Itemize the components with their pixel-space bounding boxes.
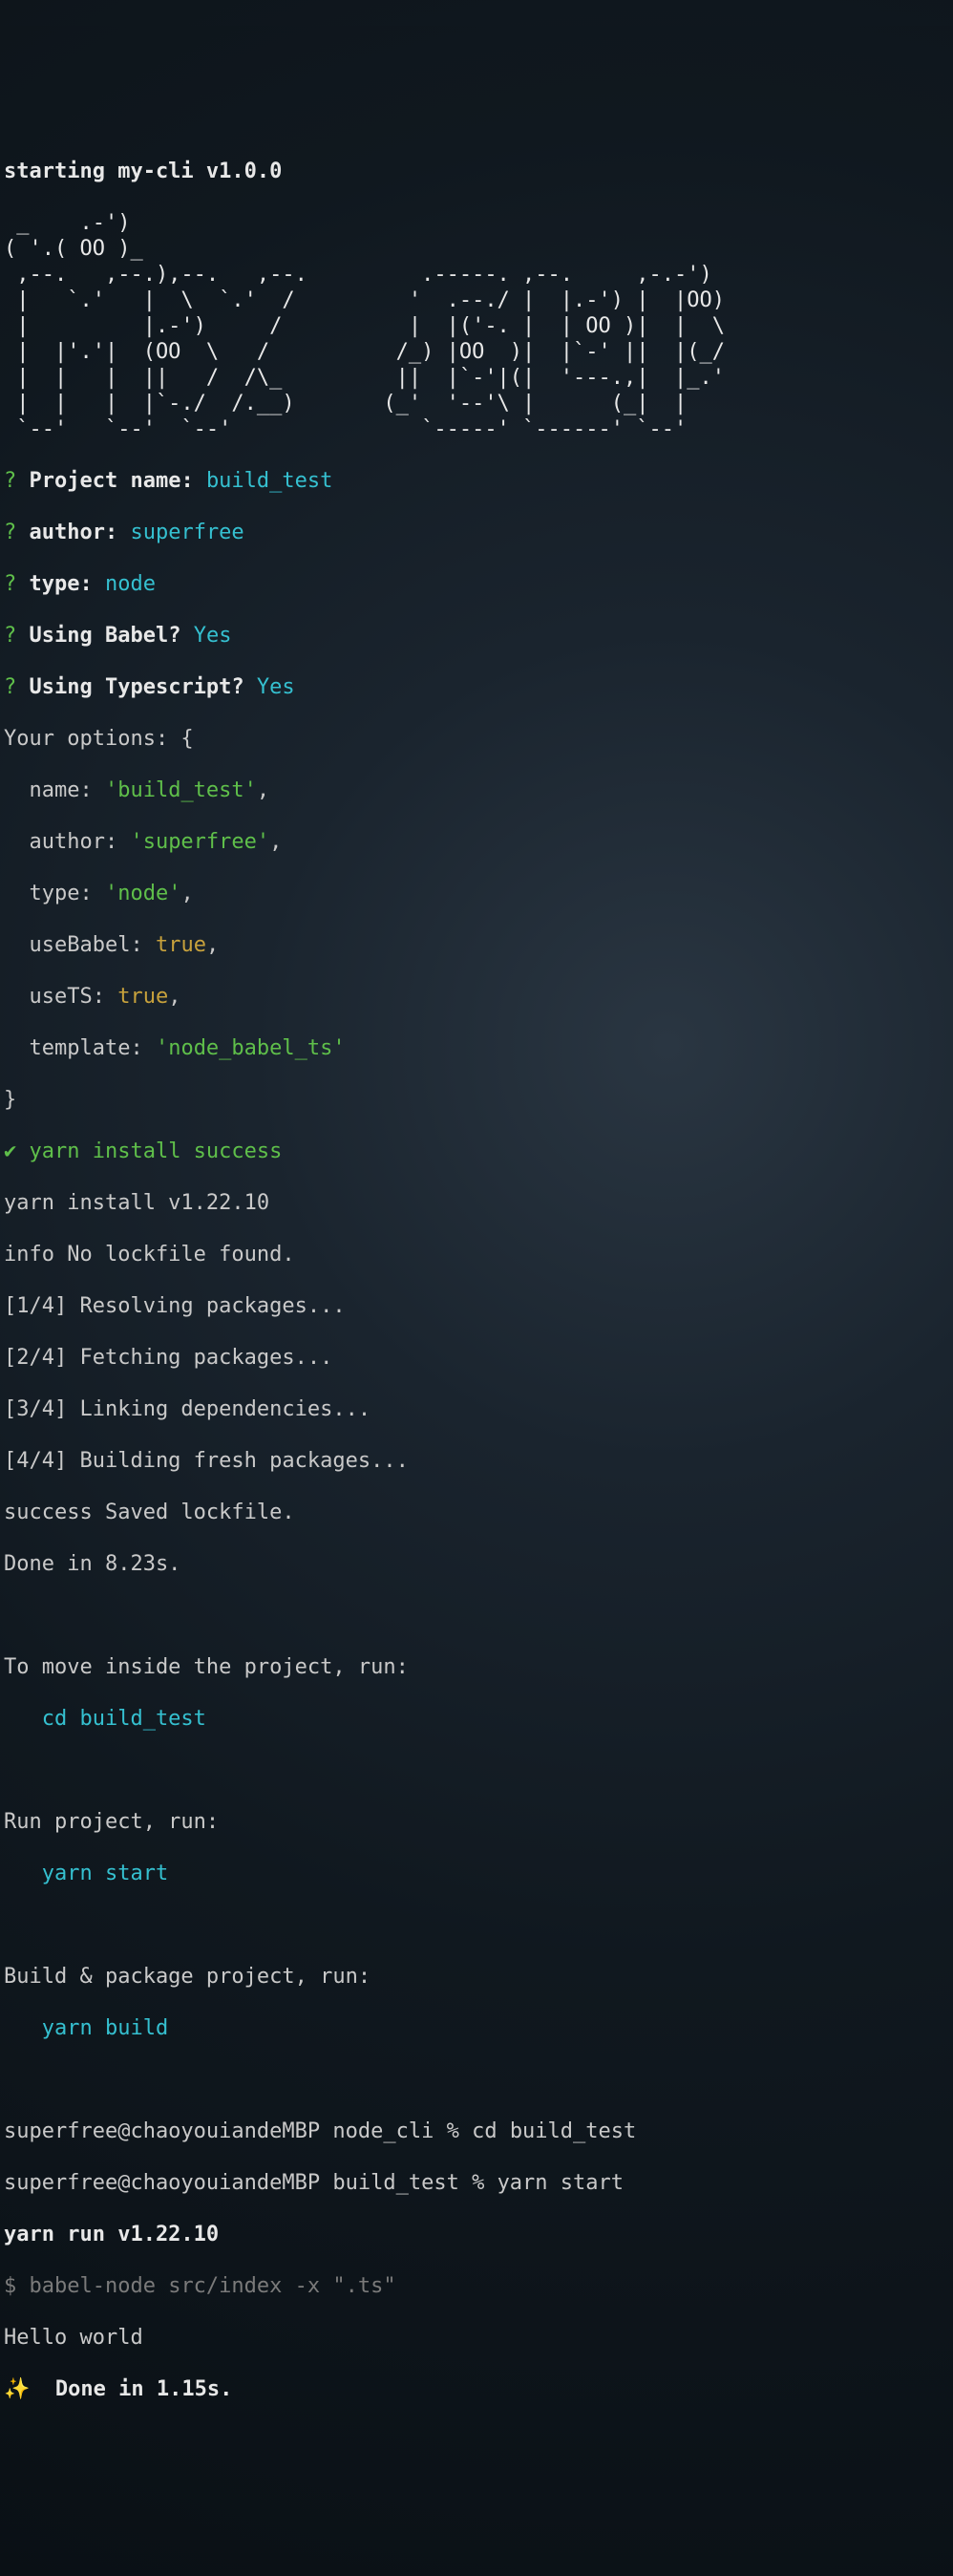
prompt-babel: ? Using Babel? Yes [4, 623, 949, 649]
shell-command: yarn start [498, 2171, 624, 2195]
shell-prompt: superfree@chaoyouiandeMBP node_cli % [4, 2119, 472, 2143]
prompt-label: type: [30, 572, 93, 596]
option-key: author: [4, 830, 130, 854]
prompt-value: Yes [194, 624, 232, 648]
yarn-run-header: yarn run v1.22.10 [4, 2222, 949, 2247]
start-header: starting my-cli v1.0.0 [4, 159, 949, 184]
prompt-value: node [105, 572, 156, 596]
option-value: 'build_test' [105, 778, 257, 802]
guide-move-cmd: cd build_test [4, 1706, 949, 1732]
prompt-label: Using Typescript? [30, 675, 244, 699]
run-done: ✨ Done in 1.15s. [4, 2376, 949, 2402]
guide-run-cmd: yarn start [4, 1861, 949, 1886]
prompt-label: Using Babel? [30, 624, 181, 648]
option-value: 'node' [105, 882, 180, 905]
prompt-label: Project name: [30, 469, 194, 493]
guide-build-cmd: yarn build [4, 2015, 949, 2041]
yarn-step: [3/4] Linking dependencies... [4, 1396, 949, 1422]
question-mark-icon: ? [4, 624, 16, 648]
option-key: useTS: [4, 985, 117, 1009]
option-template: template: 'node_babel_ts' [4, 1035, 949, 1061]
option-value: true [156, 933, 206, 957]
question-mark-icon: ? [4, 521, 16, 544]
question-mark-icon: ? [4, 675, 16, 699]
install-success-text: yarn install success [16, 1139, 282, 1163]
prompt-value: superfree [130, 521, 244, 544]
guide-run-label: Run project, run: [4, 1809, 949, 1835]
option-key: name: [4, 778, 105, 802]
dollar-sign: $ [4, 2274, 30, 2298]
prompt-value: build_test [206, 469, 332, 493]
terminal[interactable]: starting my-cli v1.0.0 _ .-') ( '.( OO )… [0, 129, 953, 2447]
shell-line[interactable]: superfree@chaoyouiandeMBP node_cli % cd … [4, 2118, 949, 2144]
yarn-step: [1/4] Resolving packages... [4, 1293, 949, 1319]
guide-move-label: To move inside the project, run: [4, 1654, 949, 1680]
prompt-author: ? author: superfree [4, 520, 949, 545]
shell-line[interactable]: superfree@chaoyouiandeMBP build_test % y… [4, 2170, 949, 2196]
install-success: ✔ yarn install success [4, 1139, 949, 1164]
option-value: true [117, 985, 168, 1009]
question-mark-icon: ? [4, 572, 16, 596]
sparkle-icon: ✨ [4, 2377, 55, 2401]
options-open: Your options: { [4, 726, 949, 752]
prompt-project-name: ? Project name: build_test [4, 468, 949, 494]
yarn-saved-lockfile: success Saved lockfile. [4, 1500, 949, 1525]
prompt-value: Yes [257, 675, 295, 699]
yarn-no-lockfile: info No lockfile found. [4, 1242, 949, 1267]
option-key: useBabel: [4, 933, 156, 957]
option-type: type: 'node', [4, 881, 949, 906]
prompt-typescript: ? Using Typescript? Yes [4, 674, 949, 700]
option-key: type: [4, 882, 105, 905]
option-name: name: 'build_test', [4, 777, 949, 803]
yarn-step: [2/4] Fetching packages... [4, 1345, 949, 1371]
yarn-install-version: yarn install v1.22.10 [4, 1190, 949, 1216]
yarn-run-cmd: $ babel-node src/index -x ".ts" [4, 2273, 949, 2299]
shell-command: cd build_test [472, 2119, 636, 2143]
prompt-type: ? type: node [4, 571, 949, 597]
question-mark-icon: ? [4, 469, 16, 493]
shell-prompt: superfree@chaoyouiandeMBP build_test % [4, 2171, 498, 2195]
option-usets: useTS: true, [4, 984, 949, 1010]
yarn-step: [4/4] Building fresh packages... [4, 1448, 949, 1474]
option-usebabel: useBabel: true, [4, 932, 949, 958]
options-close: } [4, 1087, 949, 1113]
ascii-logo: _ .-') ( '.( OO )_ ,--. ,--.),--. ,--. .… [4, 210, 949, 442]
option-key: template: [4, 1036, 156, 1060]
run-done-text: Done in 1.15s. [55, 2377, 232, 2401]
option-value: 'node_babel_ts' [156, 1036, 346, 1060]
option-value: 'superfree' [130, 830, 269, 854]
check-icon: ✔ [4, 1139, 16, 1163]
prompt-label: author: [30, 521, 118, 544]
program-output: Hello world [4, 2325, 949, 2351]
option-author: author: 'superfree', [4, 829, 949, 855]
yarn-done: Done in 8.23s. [4, 1551, 949, 1577]
run-command-text: babel-node src/index -x ".ts" [30, 2274, 396, 2298]
guide-build-label: Build & package project, run: [4, 1964, 949, 1990]
